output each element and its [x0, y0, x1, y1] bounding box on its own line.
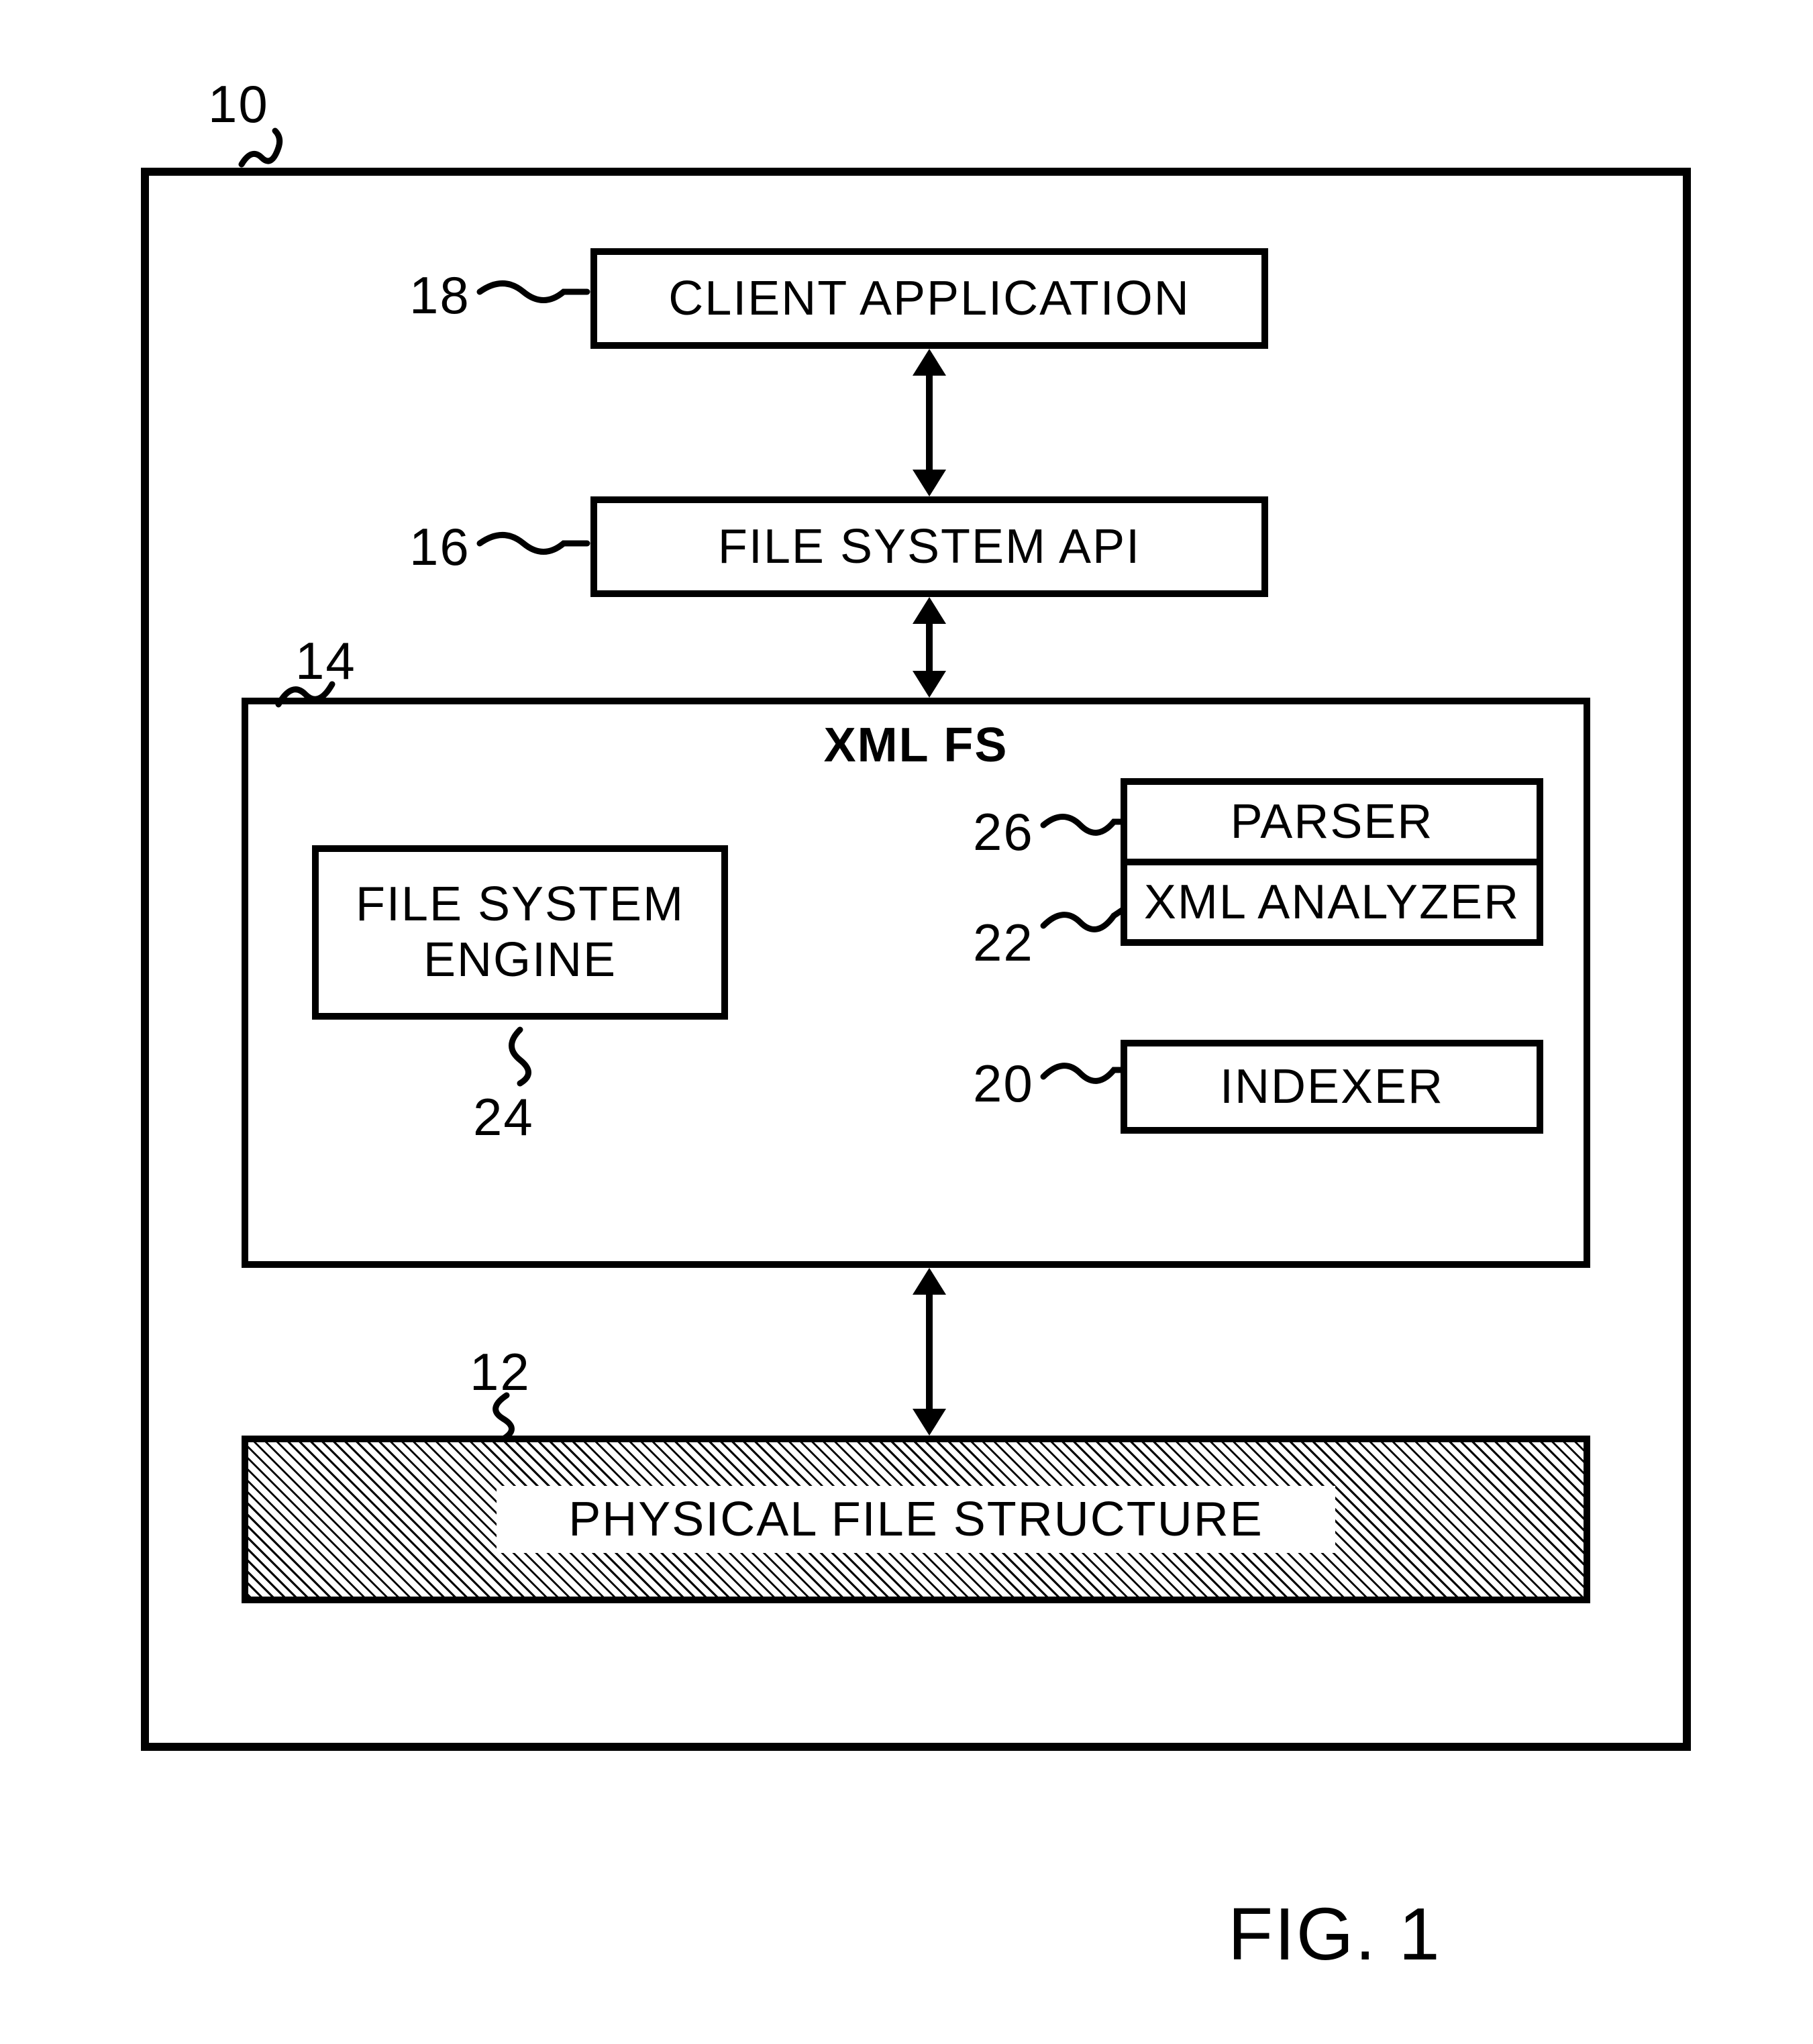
- ref-18-squiggle: [476, 272, 590, 312]
- ref-22: 22: [973, 912, 1034, 973]
- diagram-canvas: 10 CLIENT APPLICATION 18 FILE SYSTEM API…: [0, 0, 1813, 2044]
- ref-22-squiggle: [1040, 899, 1127, 939]
- ref-24-squiggle: [500, 1026, 540, 1087]
- xml-analyzer-box: XML ANALYZER: [1121, 859, 1543, 946]
- arrow-api-xmlfs: [896, 597, 963, 698]
- physical-file-structure-label: PHYSICAL FILE STRUCTURE: [568, 1492, 1263, 1548]
- client-application-box: CLIENT APPLICATION: [590, 248, 1268, 349]
- file-system-engine-box: FILE SYSTEM ENGINE: [312, 845, 728, 1020]
- ref-14-squiggle: [275, 674, 335, 708]
- parser-label: PARSER: [1231, 794, 1434, 850]
- ref-20: 20: [973, 1053, 1034, 1114]
- file-system-api-label: FILE SYSTEM API: [718, 519, 1141, 575]
- ref-16-squiggle: [476, 523, 590, 563]
- indexer-label: INDEXER: [1220, 1059, 1444, 1115]
- parser-box: PARSER: [1121, 778, 1543, 865]
- ref-20-squiggle: [1040, 1053, 1127, 1093]
- physical-file-structure-inner: PHYSICAL FILE STRUCTURE: [497, 1486, 1335, 1553]
- ref-18: 18: [409, 265, 470, 326]
- ref-24: 24: [473, 1087, 534, 1148]
- physical-file-structure-box: PHYSICAL FILE STRUCTURE: [242, 1436, 1590, 1603]
- ref-26-squiggle: [1040, 805, 1127, 845]
- ref-26: 26: [973, 802, 1034, 863]
- file-system-api-box: FILE SYSTEM API: [590, 496, 1268, 597]
- xml-analyzer-label: XML ANALYZER: [1144, 875, 1520, 930]
- figure-label: FIG. 1: [1228, 1892, 1441, 1977]
- ref-10: 10: [208, 74, 269, 135]
- arrow-client-api: [896, 349, 963, 496]
- ref-12-squiggle: [483, 1392, 530, 1442]
- ref-10-squiggle: [235, 127, 289, 174]
- client-application-label: CLIENT APPLICATION: [668, 271, 1190, 327]
- xml-fs-title: XML FS: [824, 718, 1008, 773]
- file-system-engine-label: FILE SYSTEM ENGINE: [356, 877, 684, 988]
- indexer-box: INDEXER: [1121, 1040, 1543, 1134]
- arrow-xmlfs-physical: [896, 1268, 963, 1436]
- ref-16: 16: [409, 517, 470, 578]
